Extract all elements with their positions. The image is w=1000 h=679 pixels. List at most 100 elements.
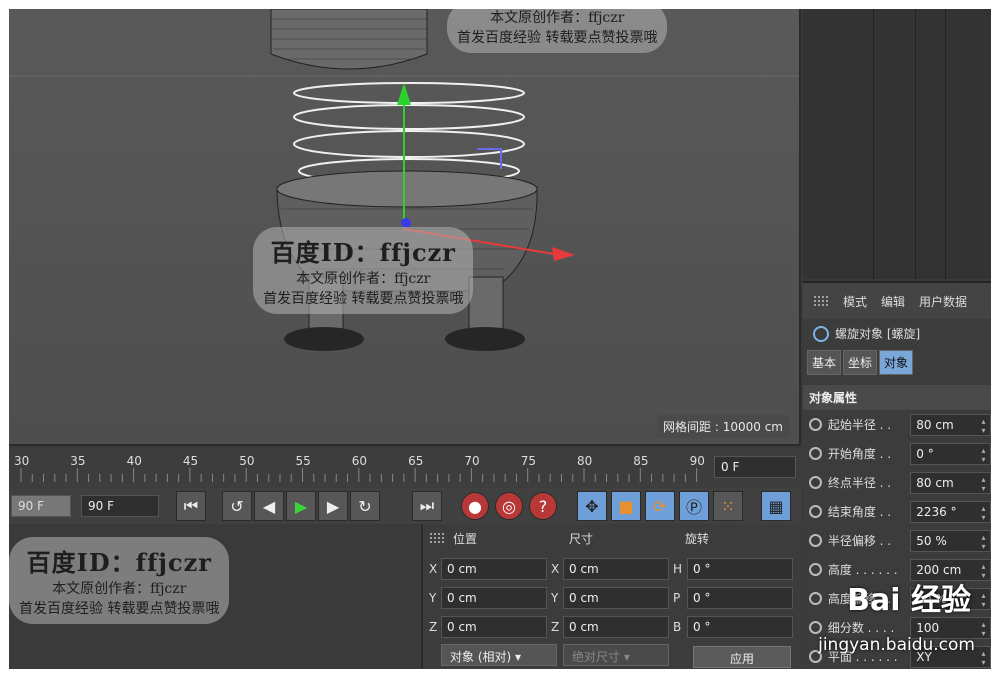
go-end-icon[interactable]: ⏭ — [412, 491, 442, 521]
property-label: 半径偏移 . . — [827, 534, 892, 548]
menu-edit[interactable]: 编辑 — [881, 293, 905, 310]
object-title-label: 螺旋对象 [螺旋] — [835, 327, 921, 341]
keyframe-radio-icon[interactable] — [809, 505, 822, 518]
keyframe-radio-icon[interactable] — [809, 592, 822, 605]
property-label: 结束角度 . . — [827, 505, 892, 519]
coordinate-field[interactable]: 0 cm — [563, 616, 669, 638]
param-icon[interactable]: Ⓟ — [679, 491, 709, 521]
axis-label: P — [673, 591, 681, 605]
menu-user-data[interactable]: 用户数据 — [919, 293, 967, 310]
coordinate-field[interactable]: 0 cm — [563, 587, 669, 609]
axis-label: Y — [551, 591, 559, 605]
autokey-icon[interactable]: ◎ — [495, 492, 523, 520]
prev-key-icon[interactable]: ↺ — [222, 491, 252, 521]
grip-icon[interactable] — [429, 532, 445, 544]
attribute-tabs: 基本 坐标 对象 — [803, 348, 991, 377]
axis-label: Y — [429, 591, 437, 605]
coordinate-field[interactable]: 0 ° — [687, 558, 793, 580]
property-label: 开始角度 . . — [827, 447, 892, 461]
next-frame-icon[interactable]: ▶ — [318, 491, 348, 521]
axis-label: X — [551, 562, 560, 576]
property-value-field[interactable]: 80 cm — [910, 471, 991, 494]
apply-button[interactable]: 应用 — [693, 646, 792, 668]
axis-label: B — [673, 620, 682, 634]
property-row: 结束角度 . . 2236 ° — [803, 497, 991, 526]
grip-icon[interactable] — [813, 295, 829, 307]
next-key-icon[interactable]: ↻ — [350, 491, 380, 521]
timeline-tick-label: 35 — [70, 454, 86, 468]
tab-coord[interactable]: 坐标 — [843, 350, 878, 375]
keyframe-radio-icon[interactable] — [809, 476, 822, 489]
column-divider — [873, 9, 874, 279]
attribute-menu-bar: 模式 编辑 用户数据 — [803, 283, 991, 319]
watermark-center: 百度ID：ffjczr 本文原创作者：ffjczr 首发百度经验 转载要点赞投票… — [253, 227, 474, 314]
coordinate-mode-dropdown[interactable]: 对象 (相对) ▾ — [441, 644, 557, 666]
menu-mode[interactable]: 模式 — [843, 293, 867, 310]
keyframe-radio-icon[interactable] — [809, 563, 822, 576]
app-window: 网格间距 : 10000 cm 模式 编辑 用户数据 螺旋对象 [螺旋] 基本 … — [9, 9, 991, 669]
transport-bar: 90 F 90 F ⏮ ↺ ◀ ▶ ▶ ↻ ⏭ ● ◎ ? ✥ ■ ⟳ Ⓟ ⁙ … — [9, 488, 801, 524]
property-value-field[interactable]: 50 % — [910, 529, 991, 552]
coordinate-field[interactable]: 0 cm — [441, 616, 547, 638]
timeline[interactable]: 30 35 40 45 50 55 60 65 70 75 80 85 90 0 F — [9, 448, 801, 488]
watermark-author: 本文原创作者：ffjczr — [52, 581, 187, 597]
property-row: 终点半径 . . 80 cm — [803, 468, 991, 497]
property-label: 起始半径 . . — [827, 418, 892, 432]
watermark-note: 首发百度经验 转载要点赞投票哦 — [457, 30, 658, 46]
timeline-tick-label: 90 — [689, 454, 705, 468]
tab-basic[interactable]: 基本 — [807, 350, 842, 375]
prev-frame-icon[interactable]: ◀ — [254, 491, 284, 521]
watermark-id: 百度ID：ffjczr — [270, 238, 456, 267]
move-icon[interactable]: ✥ — [577, 491, 607, 521]
watermark-bottom: 百度ID：ffjczr 本文原创作者：ffjczr 首发百度经验 转载要点赞投票… — [9, 537, 230, 624]
help-keys-icon[interactable]: ? — [529, 492, 557, 520]
column-divider — [945, 9, 946, 279]
watermark-id: 百度ID：ffjczr — [26, 548, 212, 577]
coordinates-manager: 位置 尺寸 旋转 X0 cm X 0 cm H 0 ° Y 0 cm Y 0 cm P 0 ° Z 0 … — [421, 524, 801, 669]
film-icon[interactable]: ▦ — [761, 491, 791, 521]
baidu-logo: Bai 经验 — [847, 583, 971, 618]
watermark-note: 首发百度经验 转载要点赞投票哦 — [263, 291, 464, 307]
axis-label: Z — [429, 620, 438, 634]
timeline-tick-label: 85 — [633, 454, 649, 468]
watermark-author: 本文原创作者：ffjczr — [490, 10, 625, 26]
axis-label: Z — [551, 620, 560, 634]
go-start-icon[interactable]: ⏮ — [176, 491, 206, 521]
property-value-field[interactable]: 2236 ° — [910, 500, 991, 523]
timeline-tick-label: 60 — [351, 454, 368, 468]
timeline-tick-label: 55 — [295, 454, 311, 468]
coordinate-field[interactable]: 0 cm — [441, 587, 547, 609]
coordinate-field[interactable]: 0 cm — [563, 558, 669, 580]
object-manager[interactable] — [803, 9, 991, 279]
current-frame-field[interactable]: 0 F — [714, 456, 796, 478]
size-mode-label: 绝对尺寸 — [572, 650, 621, 664]
timeline-tick-label: 65 — [408, 454, 424, 468]
keyframe-radio-icon[interactable] — [809, 447, 822, 460]
coordinate-mode-label: 对象 (相对) — [450, 650, 512, 664]
dots-icon[interactable]: ⁙ — [713, 491, 743, 521]
object-title: 螺旋对象 [螺旋] — [803, 319, 991, 348]
watermark-top: 本文原创作者：ffjczr 首发百度经验 转载要点赞投票哦 — [447, 9, 668, 53]
coordinate-field[interactable]: 0 ° — [687, 616, 793, 638]
keyframe-radio-icon[interactable] — [809, 534, 822, 547]
tab-object[interactable]: 对象 — [879, 350, 914, 375]
property-value-field[interactable]: 80 cm — [910, 413, 991, 436]
scale-icon[interactable]: ■ — [611, 491, 641, 521]
play-icon[interactable]: ▶ — [286, 491, 316, 521]
timeline-tick-label: 75 — [520, 454, 536, 468]
record-icon[interactable]: ● — [461, 492, 489, 520]
rotate-icon[interactable]: ⟳ — [645, 491, 675, 521]
keyframe-radio-icon[interactable] — [809, 418, 822, 431]
coordinate-field[interactable]: 0 ° — [687, 587, 793, 609]
property-label: 细分数 . . . . — [827, 621, 895, 635]
baidu-url: jingyan.baidu.com — [818, 635, 975, 655]
header-position: 位置 — [453, 532, 478, 546]
timeline-tick-label: 80 — [577, 454, 593, 468]
preview-end-field[interactable]: 90 F — [81, 495, 159, 517]
preview-start-field[interactable]: 90 F — [11, 495, 71, 517]
property-value-field[interactable]: 0 ° — [910, 442, 991, 465]
coordinate-field[interactable]: 0 cm — [441, 558, 547, 580]
size-mode-dropdown[interactable]: 绝对尺寸 ▾ — [563, 644, 669, 666]
timeline-tick-label: 70 — [464, 454, 480, 468]
keyframe-radio-icon[interactable] — [809, 621, 822, 634]
